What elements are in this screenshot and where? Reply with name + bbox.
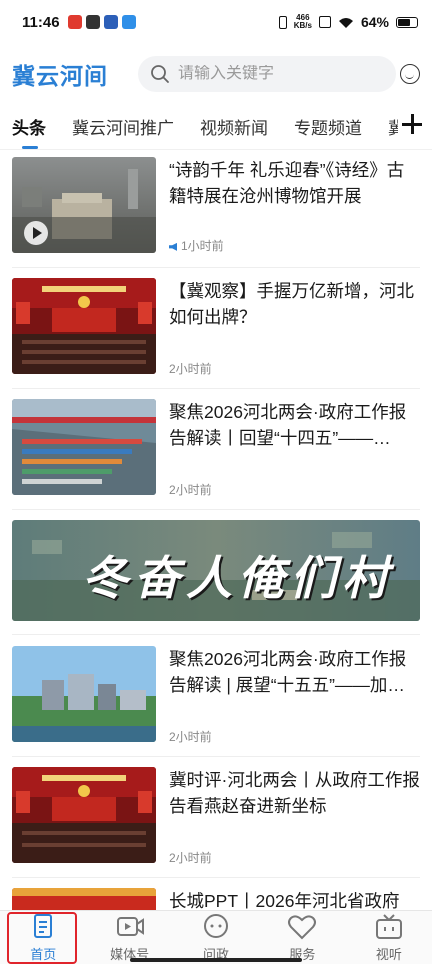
news-item[interactable]: 聚焦2026河北两会·政府工作报告解读丨回望“十四五”——… 2小时前 (12, 399, 420, 499)
news-time: 2小时前 (169, 730, 212, 744)
news-item[interactable]: 【冀观察】手握万亿新增，河北如何出牌？ 2小时前 (12, 278, 420, 378)
vibrate-icon (278, 15, 287, 29)
news-title: 【冀观察】手握万亿新增，河北如何出牌？ (169, 281, 414, 327)
news-thumbnail (12, 888, 156, 910)
audio-icon (169, 242, 177, 251)
news-item[interactable]: “诗韵千年 礼乐迎春”《诗经》古籍特展在沧州博物馆开展 1小时前 (12, 157, 420, 257)
nav-audiovisual[interactable]: 视听 (346, 911, 432, 964)
nav-ask[interactable]: 问政 (173, 911, 259, 964)
divider (12, 388, 420, 389)
tab-partial[interactable]: 冀 (388, 114, 398, 139)
nav-media[interactable]: 媒体号 (86, 911, 172, 964)
tab-special-channel[interactable]: 专题频道 (294, 114, 362, 139)
heart-icon (288, 914, 317, 939)
nav-service[interactable]: 服务 (259, 911, 345, 964)
app-header: 冀云河间 (0, 48, 432, 100)
news-time: 2小时前 (169, 362, 212, 376)
app-notification-icon (67, 15, 82, 29)
battery-icon (396, 16, 418, 28)
news-time: 1小时前 (169, 237, 224, 254)
video-icon (116, 916, 144, 936)
news-item[interactable]: 聚焦2026河北两会·政府工作报告解读 | 展望“十五五”——加… 2小时前 (12, 646, 420, 746)
divider (12, 756, 420, 757)
add-channel-icon[interactable] (400, 112, 424, 136)
search-icon (151, 65, 169, 83)
selection-highlight (7, 912, 77, 964)
news-time-text: 1小时前 (181, 239, 224, 253)
news-time: 2小时前 (169, 483, 212, 497)
news-thumbnail (12, 157, 156, 253)
news-item[interactable]: 冀时评·河北两会丨从政府工作报告看燕赵奋进新坐标 2小时前 (12, 767, 420, 867)
system-home-indicator[interactable] (130, 958, 302, 962)
search-input[interactable] (178, 65, 378, 83)
battery-percent: 64% (360, 14, 389, 30)
app-notification-icon (121, 15, 136, 29)
app-notification-icon (103, 15, 118, 29)
news-title: 聚焦2026河北两会·政府工作报告解读 | 展望“十五五”——加… (169, 649, 407, 695)
news-thumbnail (12, 767, 156, 863)
user-profile-icon[interactable] (400, 64, 420, 84)
tab-headlines[interactable]: 头条 (12, 114, 46, 149)
promo-banner[interactable]: 冬奋人俺们村 (12, 520, 420, 621)
banner-calligraphy-text: 冬奋人俺们村 (82, 551, 394, 605)
news-thumbnail (12, 399, 156, 495)
divider (12, 267, 420, 268)
tab-video-news[interactable]: 视频新闻 (200, 114, 268, 139)
channel-tabs: 头条 冀云河间推广 视频新闻 专题频道 冀 (0, 104, 432, 150)
news-time: 2小时前 (169, 851, 212, 865)
divider (12, 634, 420, 635)
divider (12, 877, 420, 878)
status-bar: 11:46 466 KB/s 64% (0, 0, 432, 44)
app-logo: 冀云河间 (12, 63, 108, 90)
bottom-nav: 首页 媒体号 问政 服务 视听 (0, 910, 432, 964)
tv-icon (375, 913, 402, 939)
nav-home[interactable]: 首页 (0, 911, 86, 964)
news-thumbnail (12, 646, 156, 742)
network-speed-unit: KB/s (293, 21, 312, 30)
divider (12, 509, 420, 510)
nav-label: 视听 (375, 946, 402, 962)
news-thumbnail (12, 278, 156, 374)
news-item[interactable]: 长城PPT丨2026年河北省政府 (12, 888, 420, 910)
news-feed[interactable]: “诗韵千年 礼乐迎春”《诗经》古籍特展在沧州博物馆开展 1小时前 【冀观察】手握… (0, 150, 432, 910)
chat-bubble-icon (204, 913, 229, 938)
search-bar[interactable] (138, 56, 396, 92)
news-title: 长城PPT丨2026年河北省政府 (169, 891, 400, 910)
news-title: “诗韵千年 礼乐迎春”《诗经》古籍特展在沧州博物馆开展 (169, 160, 405, 206)
network-speed: 466 KB/s (294, 14, 312, 30)
tab-promotion[interactable]: 冀云河间推广 (72, 114, 174, 139)
signal-off-icon (318, 16, 331, 28)
play-icon[interactable] (24, 221, 48, 245)
status-time: 11:46 (22, 13, 60, 31)
news-title: 聚焦2026河北两会·政府工作报告解读丨回望“十四五”——… (169, 402, 407, 448)
wifi-icon (338, 16, 354, 28)
app-notification-icon (85, 15, 100, 29)
news-title: 冀时评·河北两会丨从政府工作报告看燕赵奋进新坐标 (169, 770, 420, 816)
